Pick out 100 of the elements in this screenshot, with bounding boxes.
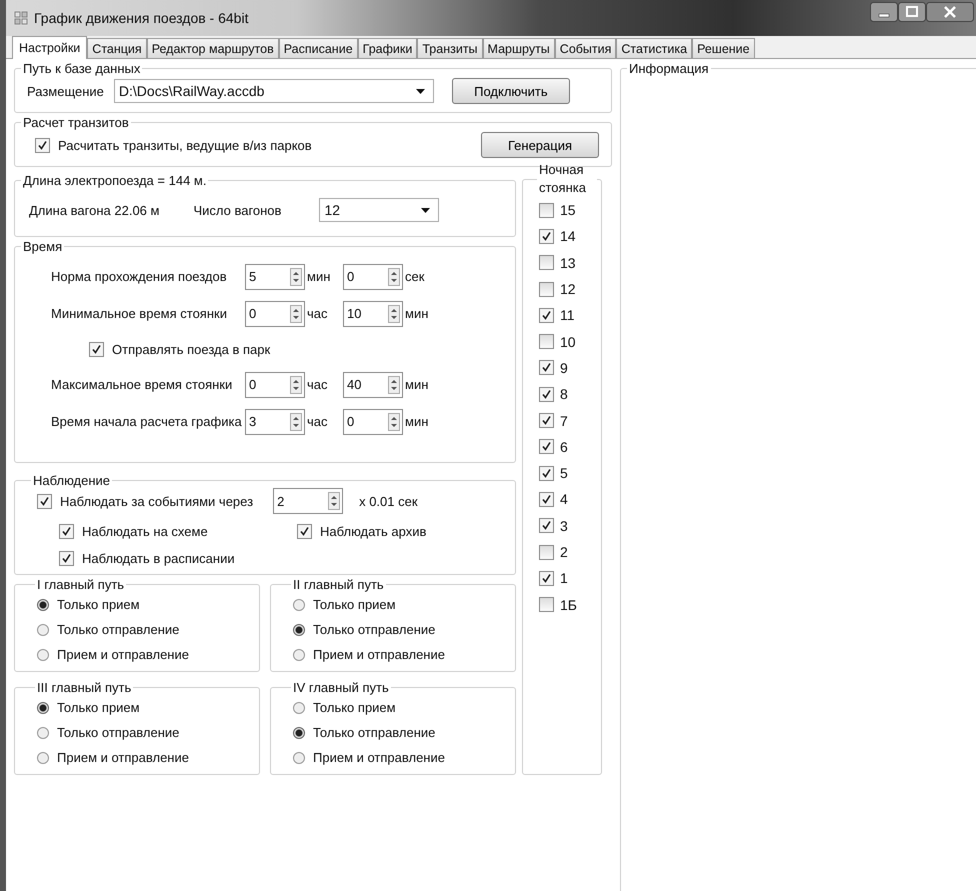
car-length-text: Длина вагона 22.06 м	[29, 202, 160, 218]
minimize-icon[interactable]	[870, 2, 898, 22]
group-title: II главный путь	[292, 577, 385, 592]
checkbox[interactable]	[37, 494, 52, 508]
spin-field[interactable]: 0	[245, 300, 305, 326]
checkbox[interactable]	[539, 360, 554, 376]
checkbox[interactable]	[539, 413, 554, 428]
spin-arrows-icon	[388, 304, 400, 322]
unit-label: час	[306, 306, 329, 321]
checkbox[interactable]	[539, 492, 554, 507]
field-label: Время начала расчета графика	[50, 414, 243, 429]
unit-label: мин	[404, 414, 430, 429]
spin-field[interactable]: 3	[245, 408, 305, 434]
group-title: Длина электропоезда = 144 м.	[22, 173, 208, 188]
checkbox[interactable]	[297, 524, 312, 539]
tab[interactable]: Маршруты	[482, 38, 555, 58]
generate-button[interactable]: Генерация	[481, 132, 599, 158]
checkbox[interactable]	[539, 544, 554, 560]
checkbox-label: Расчитать транзиты, ведущие в/из парков	[58, 138, 312, 152]
spin-arrows-icon	[328, 492, 340, 510]
tab[interactable]: Транзиты	[417, 38, 483, 58]
field-label: Норма прохождения поездов	[50, 269, 228, 284]
spin-field[interactable]: 0	[343, 264, 403, 290]
radio-button[interactable]	[37, 702, 49, 714]
checkbox[interactable]	[59, 524, 74, 539]
maximize-icon[interactable]	[898, 2, 926, 22]
spin-arrows-icon	[290, 376, 302, 394]
spin-field[interactable]: 40	[343, 372, 403, 398]
checkbox-label: 14	[560, 228, 576, 244]
checkbox-label: 15	[560, 202, 576, 218]
unit-label: час	[306, 377, 329, 392]
group-title: III главный путь	[36, 680, 132, 695]
spin-field[interactable]: 0	[245, 372, 305, 398]
radio-label: Только отправление	[313, 725, 436, 740]
radio-button[interactable]	[37, 752, 49, 764]
unit-label: мин	[306, 269, 332, 284]
radio-button[interactable]	[37, 648, 49, 660]
radio-button[interactable]	[37, 598, 49, 610]
checkbox[interactable]	[539, 308, 554, 323]
app-icon	[14, 11, 28, 25]
unit-label: мин	[404, 377, 430, 392]
spin-field[interactable]: 0	[343, 408, 403, 434]
group-title: Расчет транзитов	[22, 115, 130, 130]
tab[interactable]: Статистика	[616, 38, 692, 58]
tab[interactable]: Расписание	[278, 38, 358, 58]
field-label: Максимальное время стоянки	[50, 377, 234, 392]
checkbox[interactable]	[59, 551, 74, 566]
radio-button[interactable]	[37, 726, 49, 738]
radio-label: Только отправление	[313, 622, 436, 637]
spin-field[interactable]: 2	[273, 488, 344, 514]
group-title: I главный путь	[36, 577, 126, 592]
tab[interactable]: Настройки	[12, 36, 88, 59]
radio-label: Прием и отправление	[57, 750, 189, 765]
path-dropdown[interactable]: D:\Docs\RailWay.accdb	[114, 79, 434, 103]
radio-button[interactable]	[37, 624, 49, 636]
checkbox[interactable]	[539, 386, 554, 402]
spin-field[interactable]: 10	[343, 300, 403, 326]
checkbox-label: 9	[560, 360, 568, 376]
connect-button[interactable]: Подключить	[452, 78, 570, 104]
radio-button[interactable]	[293, 624, 305, 636]
radio-label: Только прием	[313, 700, 396, 715]
tab[interactable]: Редактор маршрутов	[146, 38, 279, 58]
radio-label: Прием и отправление	[57, 647, 189, 662]
radio-button[interactable]	[293, 702, 305, 714]
checkbox[interactable]	[539, 334, 554, 350]
radio-button[interactable]	[293, 752, 305, 764]
checkbox[interactable]	[539, 466, 554, 481]
radio-button[interactable]	[293, 648, 305, 660]
radio-button[interactable]	[293, 726, 305, 738]
tab[interactable]: Графики	[358, 38, 418, 58]
checkbox-label: 10	[560, 334, 576, 350]
radio-label: Только отправление	[57, 725, 180, 740]
checkbox-label: 4	[560, 491, 568, 508]
checkbox[interactable]	[539, 570, 554, 586]
checkbox-label: 6	[560, 438, 568, 455]
checkbox[interactable]	[539, 202, 554, 218]
checkbox-label: 13	[560, 254, 576, 271]
checkbox[interactable]	[539, 255, 554, 270]
checkbox[interactable]	[539, 518, 554, 534]
checkbox-label: Наблюдать в расписании	[82, 551, 235, 566]
tab[interactable]: События	[554, 38, 616, 58]
spin-field[interactable]: 5	[245, 264, 305, 290]
checkbox-label: 12	[560, 281, 576, 298]
tab[interactable]: Станция	[87, 38, 147, 58]
close-icon[interactable]	[926, 2, 974, 22]
checkbox[interactable]	[539, 597, 554, 612]
unit-label: час	[306, 414, 329, 429]
checkbox[interactable]	[539, 282, 554, 297]
checkbox[interactable]	[539, 439, 554, 454]
tab[interactable]: Решение	[692, 38, 755, 58]
checkbox-label: Отправлять поезда в парк	[112, 342, 270, 356]
checkbox[interactable]	[539, 228, 554, 244]
spin-arrows-icon	[388, 412, 400, 430]
radio-button[interactable]	[293, 598, 305, 610]
checkbox-label: 7	[560, 412, 568, 429]
checkbox-label: 1	[560, 570, 568, 586]
cars-dropdown[interactable]: 12	[319, 198, 440, 222]
checkbox[interactable]	[89, 342, 104, 356]
checkbox[interactable]	[35, 138, 50, 152]
spin-arrows-icon	[388, 376, 400, 394]
